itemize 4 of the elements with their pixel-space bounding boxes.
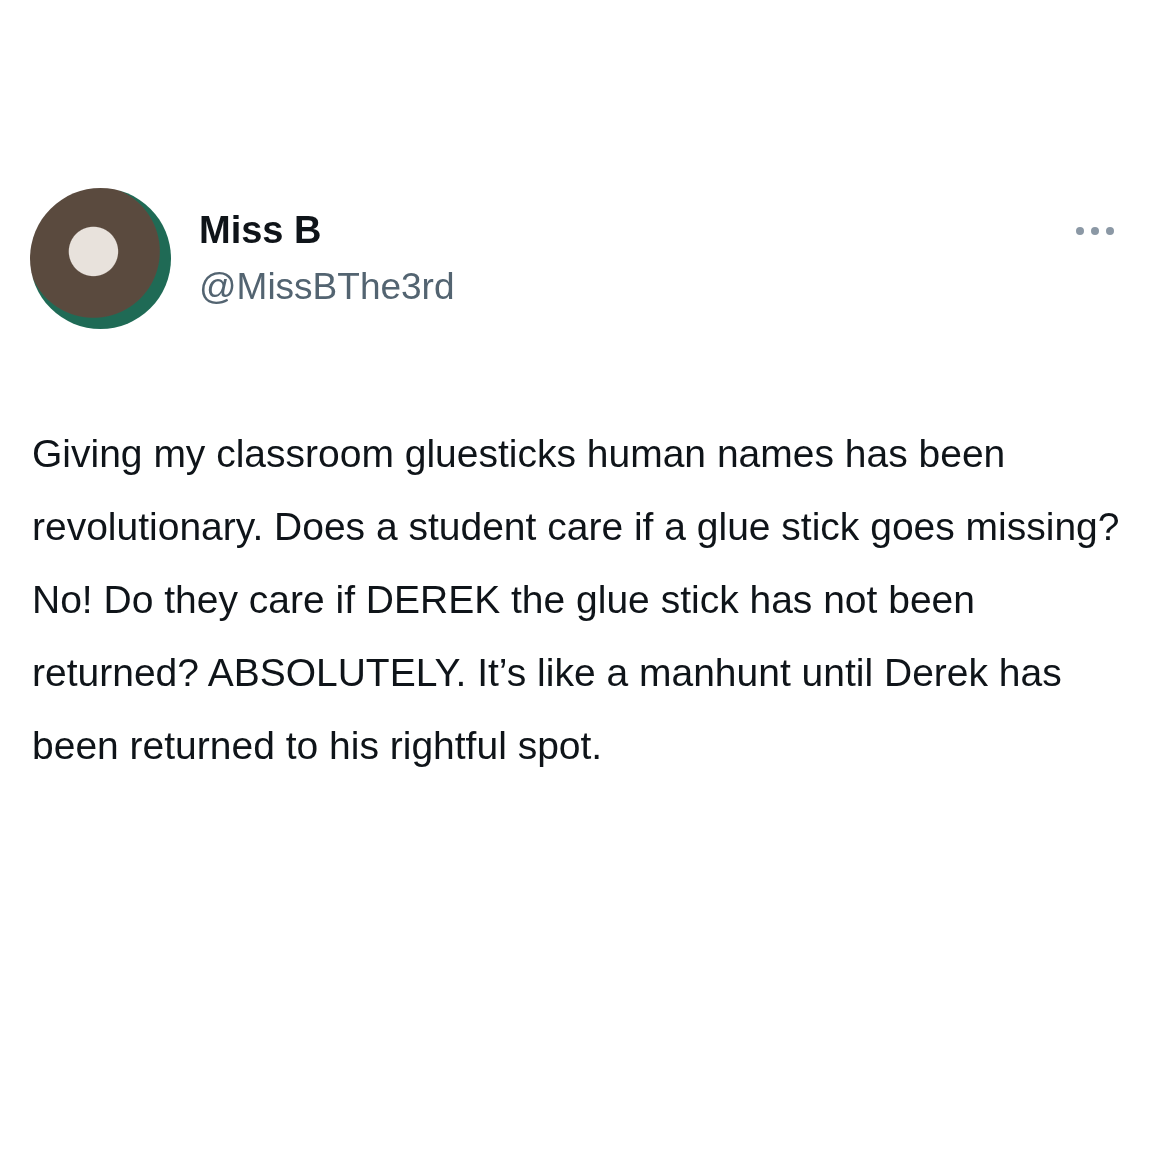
more-options-icon[interactable]	[1075, 226, 1115, 236]
tweet-text: Giving my classroom gluesticks human names has been revolutionary. Does a student care if a glue stick goes missing? No! Do they care if DEREK the glue stick has not been returned? ABSOLUTELY. It’s like a manhunt until Derek has been returned to his rightful spot.	[32, 431, 1121, 769]
display-name: Miss B	[199, 209, 322, 252]
user-handle: @MissBThe3rd	[199, 266, 455, 308]
